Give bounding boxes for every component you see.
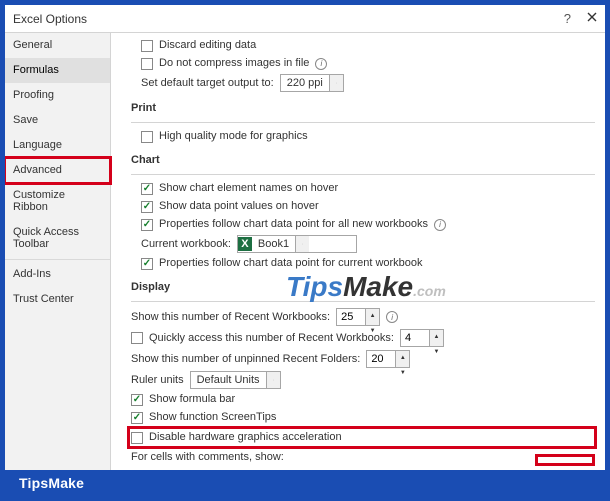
info-icon[interactable]: i (315, 58, 327, 70)
quick-access-spinner[interactable]: ▲▼ (400, 329, 444, 347)
screentips-label: Show function ScreenTips (149, 410, 276, 425)
target-output-label: Set default target output to: (141, 76, 274, 91)
window-title: Excel Options (13, 12, 87, 26)
chart-values-label: Show data point values on hover (159, 199, 319, 214)
chart-propnew-label: Properties follow chart data point for a… (159, 217, 428, 232)
unpinned-folders-label: Show this number of unpinned Recent Fold… (131, 352, 360, 367)
sidebar-item-language[interactable]: Language (5, 133, 110, 158)
current-workbook-combo[interactable]: X Book1 (237, 235, 357, 253)
recent-workbooks-label: Show this number of Recent Workbooks: (131, 310, 330, 325)
comments-header-label: For cells with comments, show: (131, 450, 284, 465)
sidebar-item-trust-center[interactable]: Trust Center (5, 287, 110, 312)
sidebar-item-save[interactable]: Save (5, 108, 110, 133)
ruler-units-combo[interactable]: Default Units (190, 371, 281, 389)
disable-hw-accel-label: Disable hardware graphics acceleration (149, 430, 342, 445)
sidebar-item-general[interactable]: General (5, 33, 110, 58)
unpinned-folders-spinner[interactable]: ▲▼ (366, 350, 410, 368)
chevron-up-icon[interactable]: ▲ (430, 330, 443, 345)
chevron-down-icon[interactable] (329, 75, 343, 91)
help-icon[interactable]: ? (564, 11, 571, 26)
sidebar-item-advanced[interactable]: Advanced (5, 158, 110, 183)
hq-graphics-label: High quality mode for graphics (159, 129, 308, 144)
sidebar-item-formulas[interactable]: Formulas (5, 58, 110, 83)
sidebar-item-customize-ribbon[interactable]: Customize Ribbon (5, 183, 110, 220)
excel-icon: X (238, 237, 252, 251)
chevron-up-icon[interactable]: ▲ (366, 309, 379, 324)
info-icon[interactable]: i (386, 311, 398, 323)
target-output-combo[interactable]: 220 ppi (280, 74, 344, 92)
discard-label: Discard editing data (159, 38, 256, 53)
formula-bar-label: Show formula bar (149, 392, 235, 407)
screentips-checkbox[interactable] (131, 412, 143, 424)
titlebar: Excel Options ? (5, 5, 605, 33)
info-icon[interactable]: i (434, 219, 446, 231)
chart-names-checkbox[interactable] (141, 183, 153, 195)
sidebar-item-add-ins[interactable]: Add-Ins (5, 262, 110, 287)
section-display: Display (131, 281, 595, 293)
discard-checkbox[interactable] (141, 40, 153, 52)
chevron-down-icon[interactable]: ▼ (396, 366, 409, 381)
quick-access-label: Quickly access this number of Recent Wor… (149, 331, 394, 346)
content-pane: Discard editing data Do not compress ima… (111, 33, 605, 496)
current-workbook-label: Current workbook: (141, 237, 231, 252)
hq-graphics-checkbox[interactable] (141, 131, 153, 143)
formula-bar-checkbox[interactable] (131, 394, 143, 406)
sidebar-item-quick-access-toolbar[interactable]: Quick Access Toolbar (5, 220, 110, 257)
section-print: Print (131, 102, 595, 114)
sidebar-item-proofing[interactable]: Proofing (5, 83, 110, 108)
section-chart: Chart (131, 154, 595, 166)
ok-button-highlight (535, 454, 595, 466)
excel-options-dialog: Excel Options ? General Formulas Proofin… (5, 5, 605, 496)
close-icon[interactable] (587, 12, 597, 25)
compress-checkbox[interactable] (141, 58, 153, 70)
chart-values-checkbox[interactable] (141, 201, 153, 213)
disable-hw-accel-checkbox[interactable] (131, 432, 143, 444)
compress-label: Do not compress images in file (159, 56, 309, 71)
chevron-down-icon[interactable]: ▼ (430, 345, 443, 360)
chart-propnew-checkbox[interactable] (141, 219, 153, 231)
ruler-units-label: Ruler units (131, 373, 184, 388)
sidebar: General Formulas Proofing Save Language … (5, 33, 111, 496)
recent-workbooks-spinner[interactable]: ▲▼ (336, 308, 380, 326)
brand-footer: TipsMake (5, 470, 605, 496)
chevron-down-icon[interactable] (295, 236, 309, 252)
chart-propcur-checkbox[interactable] (141, 258, 153, 270)
quick-access-checkbox[interactable] (131, 332, 143, 344)
chart-propcur-label: Properties follow chart data point for c… (159, 256, 423, 271)
chevron-up-icon[interactable]: ▲ (396, 351, 409, 366)
chart-names-label: Show chart element names on hover (159, 181, 338, 196)
chevron-down-icon[interactable] (266, 372, 280, 388)
